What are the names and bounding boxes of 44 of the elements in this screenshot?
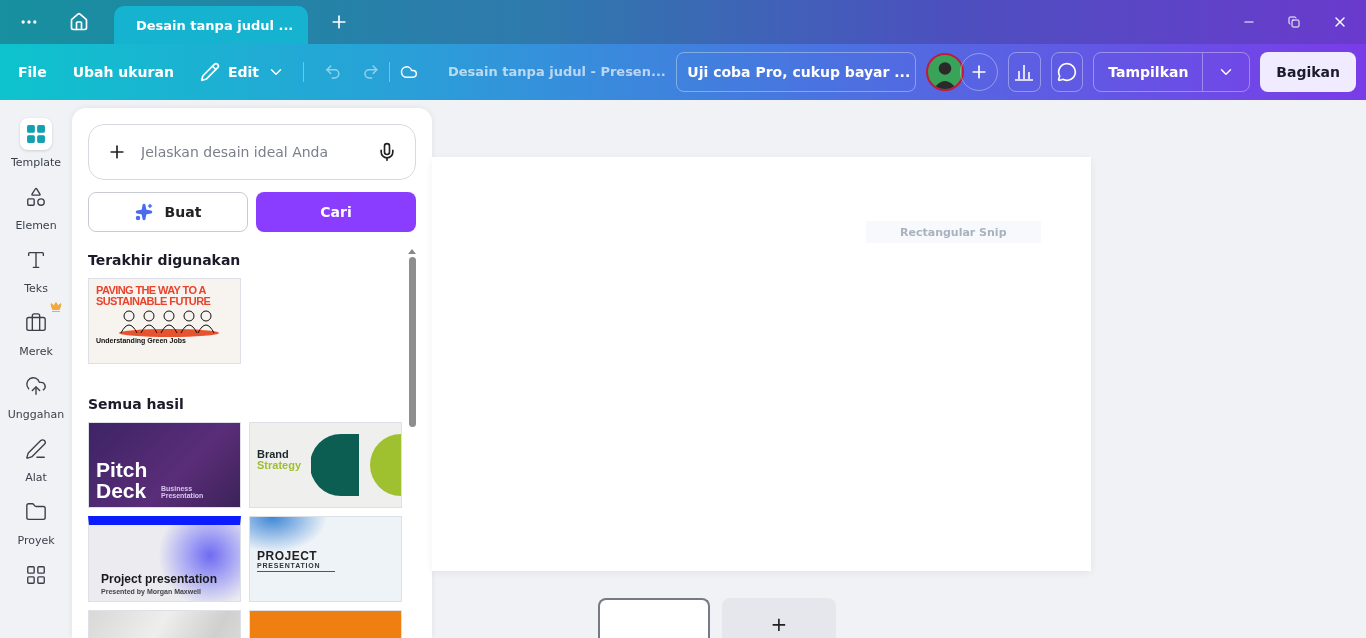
restore-icon[interactable] <box>1288 16 1300 28</box>
pen-icon <box>25 438 47 460</box>
snip-label: Rectangular Snip <box>866 221 1041 243</box>
folder-icon <box>25 501 47 523</box>
sidebar-item[interactable]: Elemen <box>0 175 72 232</box>
microphone-icon[interactable] <box>377 142 397 162</box>
apps-icon <box>25 564 47 586</box>
insights-button[interactable] <box>1007 52 1041 92</box>
sidebar-item[interactable]: Merek <box>0 301 72 358</box>
add-page-button[interactable]: + <box>722 598 836 638</box>
sidebar-item[interactable]: Unggahan <box>0 364 72 421</box>
thumbnail-text: Brand <box>257 449 290 460</box>
text-icon <box>25 249 47 271</box>
template-thumbnail[interactable]: Brand Strategy <box>249 422 402 508</box>
sidebar-item[interactable]: Teks <box>0 238 72 295</box>
page-thumbnail[interactable] <box>598 598 710 638</box>
comment-button[interactable] <box>1050 52 1084 92</box>
sidebar-item[interactable]: Template <box>0 112 72 169</box>
upload-icon <box>25 375 47 397</box>
sidebar-item[interactable]: Proyek <box>0 490 72 547</box>
sidebar-item[interactable]: Alat <box>0 427 72 484</box>
thumbnail-text: PAVING THE WAY TO A SUSTAINABLE FUTURE <box>96 285 212 307</box>
search-button[interactable]: Cari <box>256 192 416 232</box>
briefcase-icon <box>25 312 47 334</box>
thumbnail-text: PROJECT <box>257 550 319 562</box>
prompt-bar[interactable]: Jelaskan desain ideal Anda <box>88 124 416 180</box>
sparkle-icon <box>134 203 153 221</box>
scrollbar[interactable] <box>408 257 416 427</box>
avatar[interactable] <box>925 53 964 91</box>
thumbnail-text: Project presentation <box>101 573 219 585</box>
thumbnail-text: Pitch Deck <box>96 459 149 501</box>
pro-trial-button[interactable]: Uji coba Pro, cukup bayar ... <box>675 52 916 92</box>
pencil-icon <box>199 62 220 82</box>
section-heading: Terakhir digunakan <box>88 252 242 268</box>
shapes-icon <box>25 186 47 208</box>
template-icon <box>25 123 47 145</box>
comment-icon <box>1056 62 1077 82</box>
home-icon[interactable] <box>69 12 89 32</box>
section-heading: Semua hasil <box>88 396 185 412</box>
thumbnail-text: Strategy <box>257 460 303 471</box>
create-button[interactable]: Buat <box>88 192 248 232</box>
share-button[interactable]: Bagikan <box>1260 52 1357 92</box>
scroll-up-icon[interactable] <box>408 248 416 254</box>
bar-chart-icon <box>1014 63 1035 81</box>
